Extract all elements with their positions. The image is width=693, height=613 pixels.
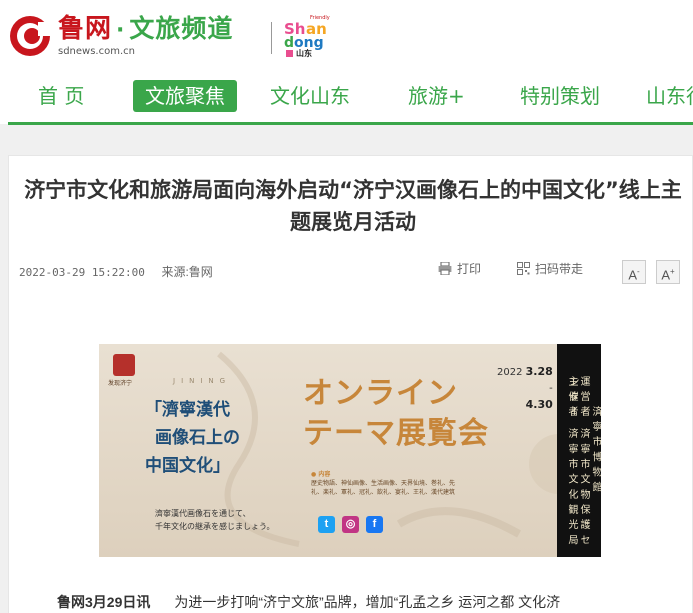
nav-item-culture-shandong[interactable]: 文化山东 <box>270 80 350 112</box>
banner-online-exhibition: オンライン テーマ展覧会 <box>303 376 489 451</box>
facebook-icon: f <box>366 516 383 533</box>
printer-icon <box>438 262 452 275</box>
site-logo[interactable]: 鲁网 · 文旅频道 sdnews.com.cn <box>8 14 233 58</box>
article-lead: 鲁网3月29日讯 <box>57 594 151 610</box>
nav-item-shandong-travel[interactable]: 山东行 <box>646 80 693 112</box>
instagram-icon: ◎ <box>342 516 359 533</box>
article-date: 2022-03-29 15:22:00 <box>19 266 145 279</box>
scan-qr-label: 扫码带走 <box>535 262 584 276</box>
banner-operator: 運 営 者 済 寧 市 文 物 保 護 セ ン タ ー <box>567 376 589 546</box>
main-nav: 首 页 文旅聚焦 文化山东 旅游+ 特别策划 山东行 <box>0 68 693 124</box>
banner-exhibit-title: 「濟寧漢代 画像石上の 中国文化」 <box>145 400 240 476</box>
print-label: 打印 <box>457 262 482 276</box>
nav-item-tourism-plus[interactable]: 旅游+ <box>408 80 465 112</box>
print-button[interactable]: 打印 <box>438 260 481 277</box>
banner-organizer-panel: 主 催 者 済 寧 市 文 化 観 光 局 運 営 者 済 寧 市 文 物 保 … <box>557 344 601 557</box>
nav-underline <box>8 122 693 125</box>
exhibition-banner-image: 发现济宁 JINING 「濟寧漢代 画像石上の 中国文化」 オンライン テーマ展… <box>99 344 601 557</box>
scan-qr-button[interactable]: 扫码带走 <box>517 260 583 277</box>
logo-name: 鲁网 <box>58 14 113 44</box>
svg-text:山东: 山东 <box>296 48 312 58</box>
banner-content-list: ● 内容 歴史物語、神仙画像、生活画像、天界仙境、巻礼、先 礼、楽礼、軍礼、冠礼… <box>311 471 456 496</box>
nav-item-culture-tourism-focus[interactable]: 文旅聚焦 <box>133 80 237 112</box>
article-meta: 2022-03-29 15:22:00 来源:鲁网 <box>19 263 213 280</box>
article-source: 来源:鲁网 <box>161 265 213 279</box>
channel-name: 文旅频道 <box>129 14 234 43</box>
article-body-first-line: 鲁网3月29日讯 为进一步打响“济宁文旅”品牌，增加“孔孟之乡 运河之都 文化济 <box>57 592 560 612</box>
jining-seal-logo <box>113 354 135 376</box>
svg-text:d: d <box>284 35 294 51</box>
nav-item-home[interactable]: 首 页 <box>38 80 84 112</box>
seal-text: 发现济宁 <box>108 380 133 387</box>
banner-subtitle: 濟寧漢代画像石を通じて、 千年文化の継承を感じましょう。 <box>155 509 275 531</box>
article-body-text: 为进一步打响“济宁文旅”品牌，增加“孔孟之乡 运河之都 文化济 <box>174 594 561 610</box>
banner-date-range: 2022 3.28 - 4.30 <box>497 365 553 411</box>
sdnews-logo-icon <box>10 16 52 56</box>
logo-dot: · <box>116 18 126 43</box>
article-title: 济宁市文化和旅游局面向海外启动“济宁汉画像石上的中国文化”线上主题展览月活动 <box>24 178 682 234</box>
font-decrease-button[interactable]: A- <box>622 260 646 284</box>
nav-item-special-planning[interactable]: 特别策划 <box>520 80 600 112</box>
logo-url: sdnews.com.cn <box>58 46 135 57</box>
banner-museum: 済 寧 市 博 物 館 <box>590 406 601 493</box>
twitter-icon: t <box>318 516 335 533</box>
qr-code-icon <box>517 262 530 275</box>
friendly-shandong-logo-icon[interactable]: Friendly Sh an d ong 山东 <box>282 14 338 60</box>
header-divider <box>271 22 272 54</box>
banner-jining: JINING <box>173 377 232 385</box>
site-header: 鲁网 · 文旅频道 sdnews.com.cn Friendly Sh an d… <box>0 0 693 68</box>
font-increase-button[interactable]: A+ <box>656 260 680 284</box>
article-card: 济宁市文化和旅游局面向海外启动“济宁汉画像石上的中国文化”线上主题展览月活动 2… <box>8 155 693 613</box>
